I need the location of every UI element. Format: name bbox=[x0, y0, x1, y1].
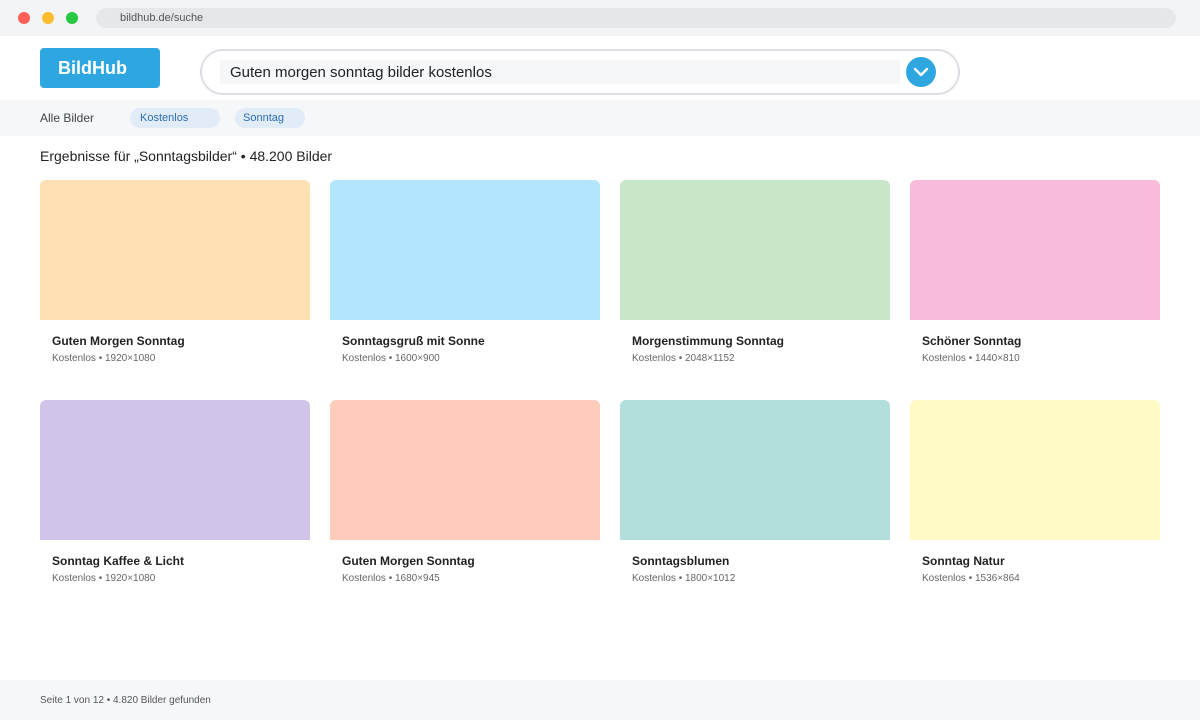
pagination-status: Seite 1 von 12 • 4.820 Bilder gefunden bbox=[40, 695, 211, 706]
search-button[interactable] bbox=[906, 57, 936, 87]
image-title: Sonntag Kaffee & Licht bbox=[52, 554, 185, 568]
browser-chrome: bildhub.de/suche bbox=[0, 0, 1200, 36]
filter-chip-sonntag[interactable]: Sonntag bbox=[235, 108, 305, 128]
image-card[interactable]: Guten Morgen Sonntag Kostenlos • 1920×10… bbox=[40, 180, 310, 370]
image-thumbnail[interactable] bbox=[330, 400, 600, 540]
filter-all-images[interactable]: Alle Bilder bbox=[40, 111, 94, 125]
page-footer: Seite 1 von 12 • 4.820 Bilder gefunden bbox=[0, 680, 1200, 720]
site-logo[interactable]: BildHub bbox=[40, 48, 160, 88]
image-title: Sonntagsblumen bbox=[632, 554, 730, 568]
image-card[interactable]: Morgenstimmung Sonntag Kostenlos • 2048×… bbox=[620, 180, 890, 370]
image-thumbnail[interactable] bbox=[40, 180, 310, 320]
close-window-button[interactable] bbox=[18, 12, 30, 24]
image-meta: Kostenlos • 1800×1012 bbox=[632, 573, 736, 584]
image-title: Schöner Sonntag bbox=[922, 334, 1022, 348]
image-card[interactable]: Schöner Sonntag Kostenlos • 1440×810 bbox=[910, 180, 1160, 370]
image-title: Guten Morgen Sonntag bbox=[52, 334, 185, 348]
image-title: Sonntag Natur bbox=[922, 554, 1005, 568]
results-heading: Ergebnisse für „Sonntagsbilder“ • 48.200… bbox=[40, 148, 333, 164]
maximize-window-button[interactable] bbox=[66, 12, 78, 24]
image-card[interactable]: Guten Morgen Sonntag Kostenlos • 1680×94… bbox=[330, 400, 600, 590]
filter-chip-kostenlos[interactable]: Kostenlos bbox=[130, 108, 220, 128]
image-meta: Kostenlos • 1920×1080 bbox=[52, 573, 156, 584]
image-meta: Kostenlos • 2048×1152 bbox=[632, 353, 735, 364]
address-bar[interactable]: bildhub.de/suche bbox=[96, 8, 1176, 28]
image-meta: Kostenlos • 1920×1080 bbox=[52, 353, 156, 364]
image-meta: Kostenlos • 1536×864 bbox=[922, 573, 1020, 584]
image-thumbnail[interactable] bbox=[40, 400, 310, 540]
image-thumbnail[interactable] bbox=[620, 400, 890, 540]
image-title: Guten Morgen Sonntag bbox=[342, 554, 475, 568]
site-header: BildHub bbox=[0, 36, 1200, 100]
minimize-window-button[interactable] bbox=[42, 12, 54, 24]
search-box bbox=[200, 49, 960, 95]
image-title: Morgenstimmung Sonntag bbox=[632, 334, 784, 348]
image-card[interactable]: Sonntagsgruß mit Sonne Kostenlos • 1600×… bbox=[330, 180, 600, 370]
image-thumbnail[interactable] bbox=[330, 180, 600, 320]
image-meta: Kostenlos • 1440×810 bbox=[922, 353, 1020, 364]
filter-bar: Alle Bilder Kostenlos Sonntag bbox=[0, 100, 1200, 136]
image-meta: Kostenlos • 1680×945 bbox=[342, 573, 440, 584]
image-title: Sonntagsgruß mit Sonne bbox=[342, 334, 485, 348]
image-card[interactable]: Sonntag Kaffee & Licht Kostenlos • 1920×… bbox=[40, 400, 310, 590]
image-meta: Kostenlos • 1600×900 bbox=[342, 353, 440, 364]
image-thumbnail[interactable] bbox=[910, 400, 1160, 540]
image-card[interactable]: Sonntag Natur Kostenlos • 1536×864 bbox=[910, 400, 1160, 590]
chevron-down-icon bbox=[913, 67, 929, 77]
image-card[interactable]: Sonntagsblumen Kostenlos • 1800×1012 bbox=[620, 400, 890, 590]
search-input[interactable] bbox=[220, 60, 900, 84]
image-thumbnail[interactable] bbox=[910, 180, 1160, 320]
image-thumbnail[interactable] bbox=[620, 180, 890, 320]
